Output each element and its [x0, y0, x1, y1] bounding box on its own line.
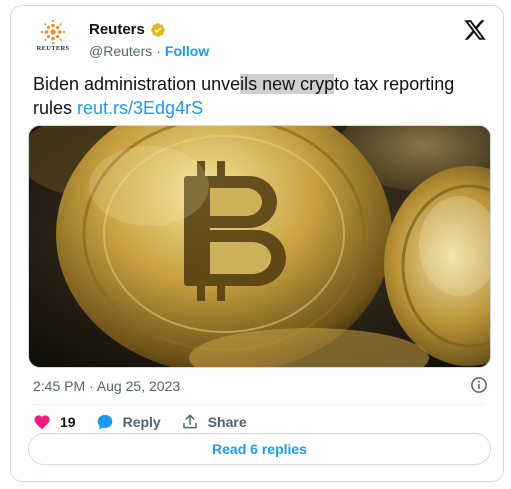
- share-label: Share: [207, 414, 247, 430]
- tweet-timestamp[interactable]: 2:45 PM · Aug 25, 2023: [33, 378, 180, 394]
- tweet-text: Biden administration unveils new crypto …: [33, 72, 493, 120]
- handle[interactable]: @Reuters: [89, 43, 152, 59]
- heart-icon: [34, 415, 50, 430]
- tweet-text-part1: Biden administration unve: [33, 74, 241, 94]
- like-count: 19: [60, 414, 76, 430]
- action-bar: 19 Reply Share: [33, 411, 267, 433]
- bitcoin-coins-image: [29, 126, 490, 367]
- separator: ·: [156, 43, 161, 59]
- share-button[interactable]: Share: [181, 413, 247, 431]
- avatar-wordmark: REUTERS: [36, 45, 70, 52]
- like-button[interactable]: 19: [33, 413, 76, 431]
- reply-bubble-icon: [97, 414, 112, 430]
- divider: [33, 404, 485, 405]
- info-icon[interactable]: [470, 376, 488, 394]
- tweet-text-highlight: ils new cryp: [240, 74, 335, 94]
- follow-button[interactable]: Follow: [165, 43, 209, 59]
- handle-row: @Reuters · Follow: [89, 43, 209, 59]
- read-replies-button[interactable]: Read 6 replies: [28, 433, 491, 465]
- name-row: Reuters: [89, 21, 166, 38]
- reuters-logo-icon: [40, 19, 66, 45]
- reply-button[interactable]: Reply: [96, 413, 161, 431]
- x-logo-icon[interactable]: [463, 18, 487, 42]
- verified-badge-icon: [151, 22, 165, 37]
- tweet-image[interactable]: [28, 125, 491, 368]
- display-name[interactable]: Reuters: [89, 21, 145, 38]
- tweet-embed-card: REUTERS Reuters @Reuters · Follow Biden …: [10, 5, 504, 482]
- share-icon: [182, 414, 197, 429]
- reply-label: Reply: [122, 414, 161, 430]
- tweet-link[interactable]: reut.rs/3Edg4rS: [77, 98, 203, 118]
- avatar[interactable]: REUTERS: [31, 18, 75, 62]
